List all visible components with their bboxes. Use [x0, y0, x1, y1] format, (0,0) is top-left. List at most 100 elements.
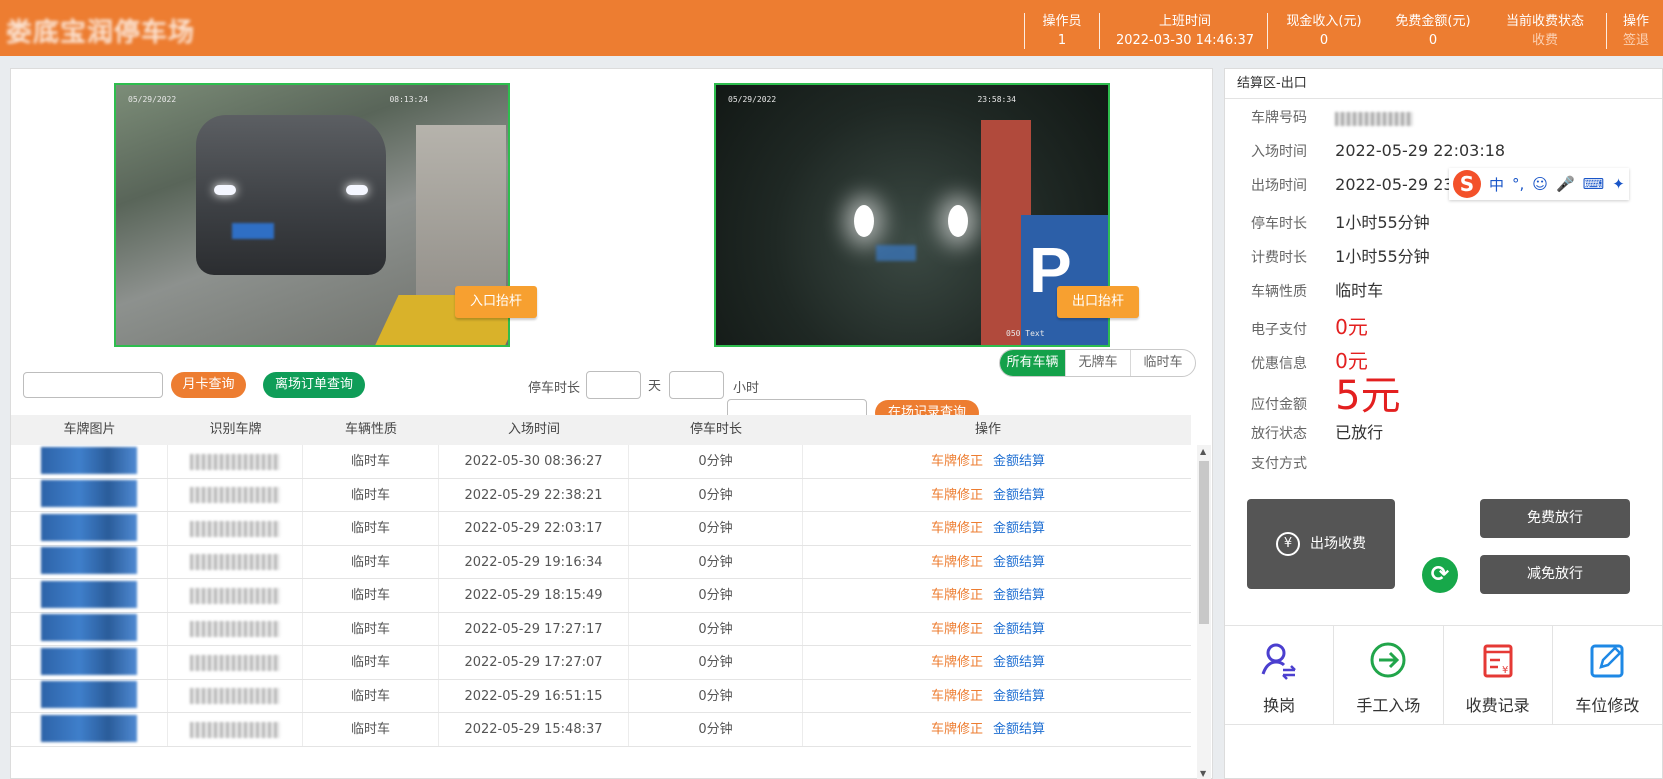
- leave-order-query-button[interactable]: 离场订单查询: [263, 372, 365, 398]
- table-row[interactable]: 临时车 2022-05-30 08:36:27 0分钟 车牌修正 金额结算: [11, 445, 1191, 479]
- refresh-icon[interactable]: ⟳: [1422, 557, 1458, 593]
- plate-thumbnail[interactable]: [41, 513, 137, 541]
- amount-settle-link[interactable]: 金额结算: [993, 555, 1045, 570]
- entry-time-cell: 2022-05-29 22:03:17: [439, 512, 629, 545]
- table-row[interactable]: 临时车 2022-05-29 18:15:49 0分钟 车牌修正 金额结算: [11, 579, 1191, 613]
- recognized-plate: [190, 621, 280, 637]
- tool-manual-entry[interactable]: 手工入场: [1334, 626, 1444, 724]
- col-plate-image: 车牌图片: [63, 422, 116, 437]
- plate-fix-link[interactable]: 车牌修正: [931, 689, 983, 704]
- amount-settle-link[interactable]: 金额结算: [993, 622, 1045, 637]
- plate-thumbnail[interactable]: [41, 714, 137, 742]
- duration-hours-input[interactable]: [669, 371, 724, 399]
- release-status-value: 已放行: [1335, 423, 1384, 442]
- user-switch-icon: [1225, 640, 1333, 680]
- plate-fix-link[interactable]: 车牌修正: [931, 521, 983, 536]
- table-header: 车牌图片 识别车牌 车辆性质 入场时间 停车时长 操作: [11, 415, 1191, 445]
- plate-thumbnail[interactable]: [41, 681, 137, 708]
- scroll-up-icon[interactable]: ▲: [1200, 447, 1206, 456]
- cash-value: 0: [1319, 33, 1329, 48]
- plate-thumbnail[interactable]: [41, 446, 137, 474]
- tools-icon[interactable]: ✦: [1612, 175, 1625, 193]
- headlight: [346, 185, 368, 195]
- actions-cell: 车牌修正 金额结算: [803, 445, 1173, 478]
- tool-charge-records[interactable]: ¥ 收费记录: [1444, 626, 1553, 724]
- plate-image-cell: [11, 545, 168, 578]
- plate-fix-link[interactable]: 车牌修正: [931, 655, 983, 670]
- table-row[interactable]: 临时车 2022-05-29 16:51:15 0分钟 车牌修正 金额结算: [11, 679, 1191, 713]
- tool-shift-change[interactable]: 换岗: [1225, 626, 1335, 724]
- plate-image-cell: [11, 646, 168, 679]
- recognized-plate-cell: [168, 545, 303, 578]
- plate-fix-link[interactable]: 车牌修正: [931, 622, 983, 637]
- recognized-plate: [190, 654, 280, 671]
- vehicle-type-cell: 临时车: [303, 612, 439, 645]
- discount-label: 优惠信息: [1251, 356, 1307, 372]
- amount-settle-link[interactable]: 金额结算: [993, 521, 1045, 536]
- amount-settle-link[interactable]: 金额结算: [993, 689, 1045, 704]
- vehicle-type-cell: 临时车: [303, 679, 439, 712]
- plate-thumbnail[interactable]: [41, 580, 137, 608]
- discount-row: 优惠信息 0元: [1251, 345, 1368, 375]
- plate-thumbnail[interactable]: [41, 480, 137, 507]
- plate-fix-link[interactable]: 车牌修正: [931, 722, 983, 737]
- ime-toolbar[interactable]: S 中 °, ☺ 🎤 ⌨ ✦: [1449, 168, 1629, 200]
- entry-time-cell: 2022-05-29 17:27:17: [439, 612, 629, 645]
- microphone-icon[interactable]: 🎤: [1556, 175, 1575, 193]
- emoji-icon[interactable]: ☺: [1532, 175, 1548, 193]
- table-row[interactable]: 临时车 2022-05-29 22:03:17 0分钟 车牌修正 金额结算: [11, 512, 1191, 546]
- plate-thumbnail[interactable]: [41, 547, 137, 574]
- month-card-query-button[interactable]: 月卡查询: [171, 372, 246, 398]
- reduced-release-button[interactable]: 减免放行: [1480, 555, 1630, 594]
- settlement-title: 结算区-出口: [1225, 69, 1662, 99]
- free-release-button[interactable]: 免费放行: [1480, 499, 1630, 538]
- plate-fix-link[interactable]: 车牌修正: [931, 488, 983, 503]
- entry-lift-button[interactable]: 入口抬杆: [455, 286, 537, 318]
- plate-fix-link[interactable]: 车牌修正: [931, 454, 983, 469]
- exit-camera-time: 23:58:34: [977, 95, 1016, 104]
- tool-space-edit[interactable]: 车位修改: [1553, 626, 1662, 724]
- plate-image-cell: [11, 512, 168, 545]
- plate-fix-link[interactable]: 车牌修正: [931, 555, 983, 570]
- park-duration-label: 停车时长: [528, 381, 581, 396]
- table-row[interactable]: 临时车 2022-05-29 17:27:07 0分钟 车牌修正 金额结算: [11, 646, 1191, 680]
- amount-settle-link[interactable]: 金额结算: [993, 722, 1045, 737]
- header-status: 当前收费状态 收费: [1499, 12, 1591, 50]
- table-row[interactable]: 临时车 2022-05-29 19:16:34 0分钟 车牌修正 金额结算: [11, 545, 1191, 579]
- entry-time-cell: 2022-05-29 19:16:34: [439, 545, 629, 578]
- amount-settle-link[interactable]: 金额结算: [993, 488, 1045, 503]
- scroll-down-icon[interactable]: ▼: [1200, 769, 1206, 778]
- table-scrollbar[interactable]: ▲ ▼: [1197, 445, 1211, 779]
- parking-sign: P: [1021, 215, 1108, 345]
- plate-search-input[interactable]: [23, 372, 163, 398]
- table-row[interactable]: 临时车 2022-05-29 15:48:37 0分钟 车牌修正 金额结算: [11, 713, 1191, 747]
- table-row[interactable]: 临时车 2022-05-29 22:38:21 0分钟 车牌修正 金额结算: [11, 478, 1191, 512]
- amount-settle-link[interactable]: 金额结算: [993, 454, 1045, 469]
- tab-no-plate[interactable]: 无牌车: [1065, 350, 1130, 376]
- plate-thumbnail[interactable]: [41, 614, 137, 641]
- duration-days-input[interactable]: [586, 371, 641, 399]
- exit-charge-button[interactable]: ¥ 出场收费: [1247, 499, 1395, 589]
- scrollbar-thumb[interactable]: [1199, 461, 1209, 624]
- license-plate: [232, 223, 274, 239]
- amount-due-row: 应付金额 5元: [1251, 376, 1401, 421]
- amount-settle-link[interactable]: 金额结算: [993, 588, 1045, 603]
- punctuation-icon[interactable]: °,: [1512, 175, 1524, 193]
- exit-lift-button[interactable]: 出口抬杆: [1057, 286, 1139, 318]
- plate-fix-link[interactable]: 车牌修正: [931, 588, 983, 603]
- sogou-logo-icon[interactable]: S: [1453, 170, 1481, 198]
- plate-thumbnail[interactable]: [41, 647, 137, 675]
- ime-mode[interactable]: 中: [1489, 174, 1504, 195]
- shift-label: 上班时间: [1158, 14, 1211, 29]
- amount-settle-link[interactable]: 金额结算: [993, 655, 1045, 670]
- header-operator: 操作员 1: [1036, 12, 1088, 50]
- tab-all-vehicles[interactable]: 所有车辆: [1000, 350, 1065, 376]
- plate-image-cell: [11, 612, 168, 645]
- table-row[interactable]: 临时车 2022-05-29 17:27:17 0分钟 车牌修正 金额结算: [11, 612, 1191, 646]
- parking-lot-title: 娄底宝润停车场: [6, 18, 196, 48]
- tab-temporary[interactable]: 临时车: [1130, 350, 1195, 376]
- keyboard-icon[interactable]: ⌨: [1583, 175, 1605, 193]
- ops-label: 操作: [1622, 14, 1649, 29]
- signout-link[interactable]: 签退: [1614, 31, 1658, 50]
- actions-cell: 车牌修正 金额结算: [803, 579, 1173, 612]
